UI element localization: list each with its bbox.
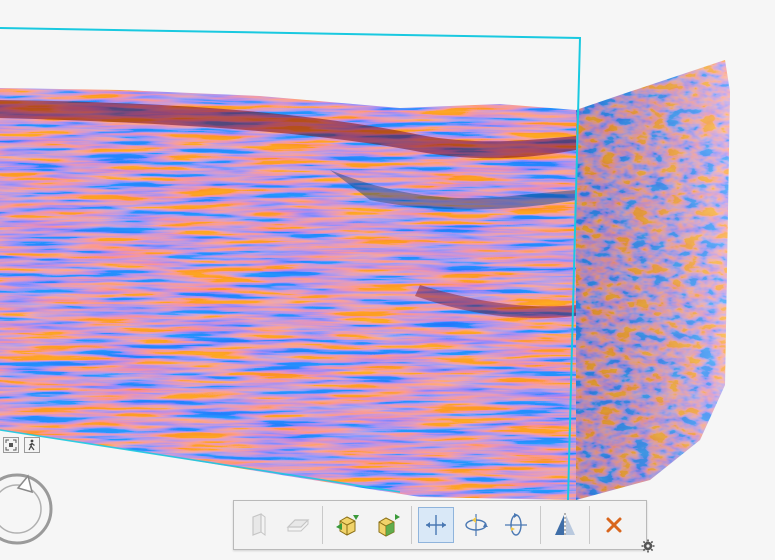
cube-move-icon[interactable] — [329, 507, 365, 543]
toolbar-separator — [411, 506, 412, 544]
flip-section-icon[interactable] — [547, 507, 583, 543]
toolbar-separator — [322, 506, 323, 544]
toolbar-separator — [589, 506, 590, 544]
toolbar-separator — [540, 506, 541, 544]
rotate-navigation-ring[interactable] — [0, 470, 56, 548]
vertical-plane-icon[interactable] — [240, 507, 276, 543]
rotate-horizontal-icon[interactable] — [458, 507, 494, 543]
seismic-3d-viewport[interactable] — [0, 0, 775, 560]
section-toolbar — [233, 500, 647, 550]
fit-view-icon[interactable] — [3, 437, 19, 453]
close-icon[interactable] — [596, 507, 632, 543]
rotate-vertical-icon[interactable] — [498, 507, 534, 543]
gear-icon[interactable] — [641, 539, 655, 553]
horizontal-plane-icon[interactable] — [280, 507, 316, 543]
move-section-icon[interactable] — [418, 507, 454, 543]
cube-extrude-icon[interactable] — [369, 507, 405, 543]
walk-mode-icon[interactable] — [24, 437, 40, 453]
